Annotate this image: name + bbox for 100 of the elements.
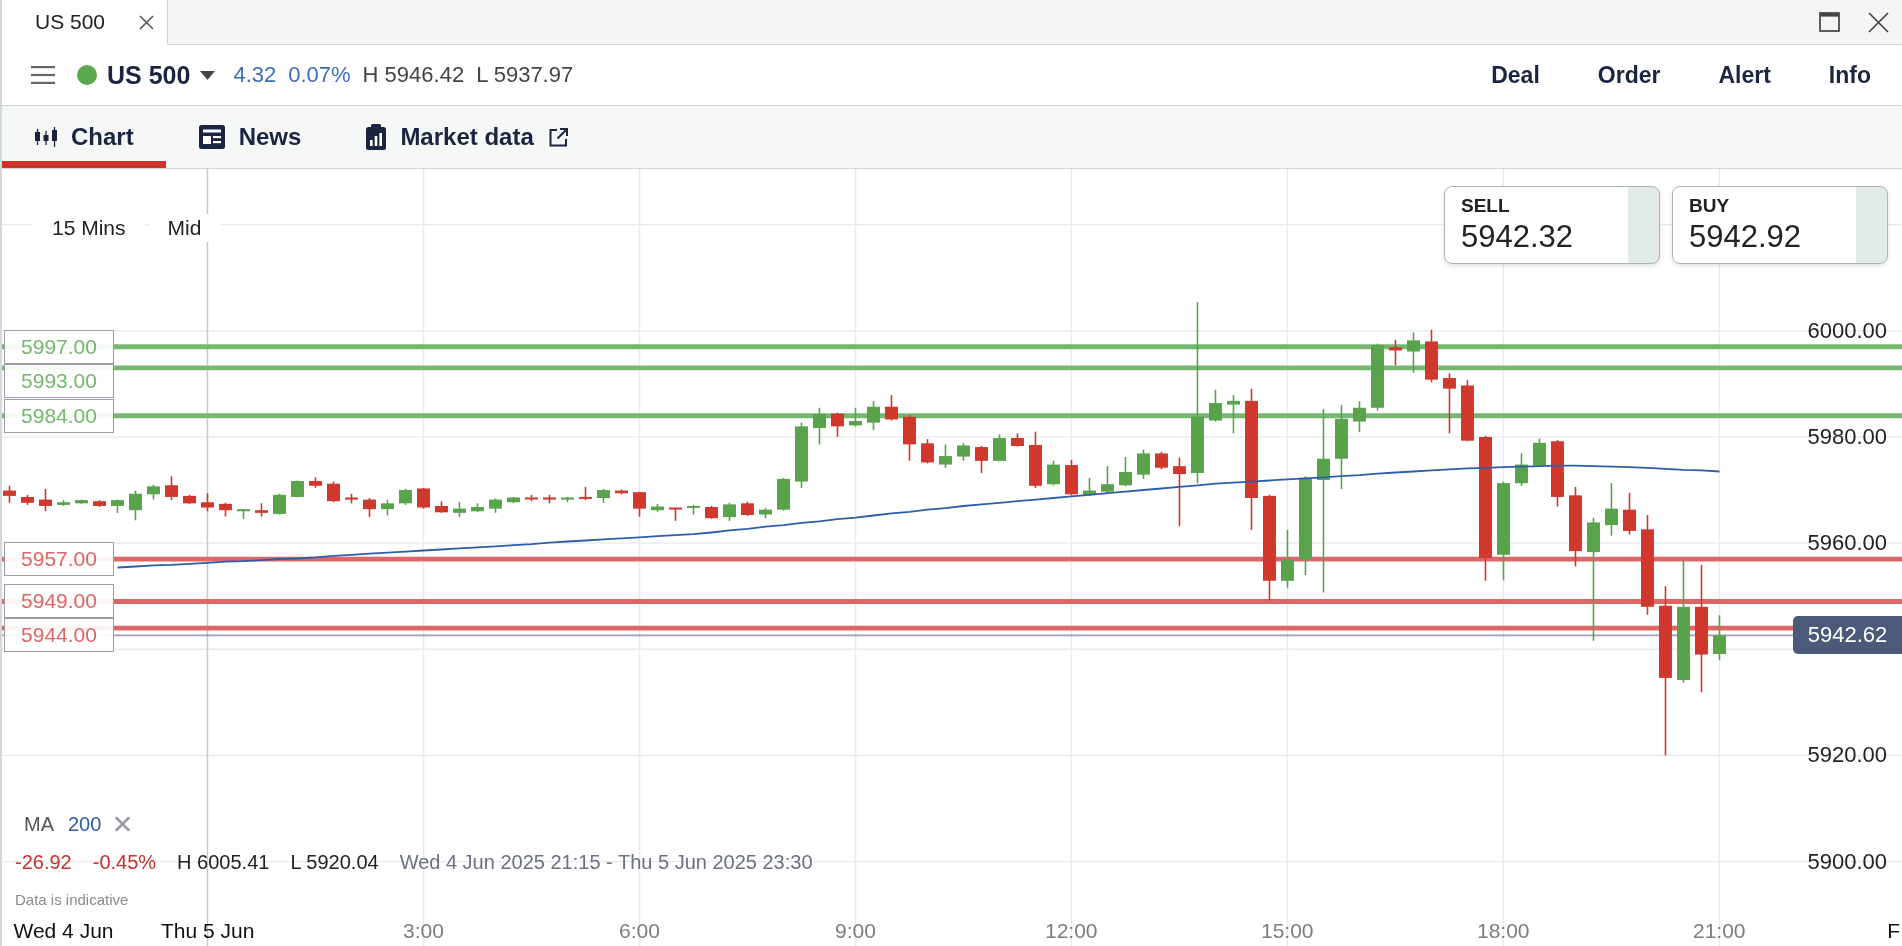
price-level-label: 5949.00 — [4, 584, 114, 619]
candlestick — [1461, 380, 1474, 442]
day-low: L 5937.97 — [476, 62, 574, 88]
maximize-icon[interactable] — [1819, 12, 1840, 32]
indicator-period[interactable]: 200 — [68, 812, 102, 836]
candlestick — [975, 446, 988, 474]
candlestick — [1029, 431, 1042, 488]
candlestick — [165, 476, 178, 501]
candlestick — [1101, 466, 1114, 494]
period-low: L 5920.04 — [290, 850, 379, 874]
candlestick-icon — [35, 127, 57, 147]
candlestick — [309, 477, 322, 488]
candlestick — [831, 412, 844, 437]
percent-change: -0.45% — [92, 850, 157, 874]
market-data-tab[interactable]: Market data — [333, 106, 601, 168]
candlestick — [21, 494, 34, 505]
candlestick — [741, 501, 754, 517]
candlestick — [759, 508, 772, 519]
caret-icon — [200, 70, 216, 80]
candlestick — [1389, 339, 1402, 366]
candlestick — [1173, 457, 1186, 527]
clipboard-chart-icon — [366, 124, 387, 150]
candlestick — [381, 499, 394, 516]
candlestick — [1533, 438, 1546, 467]
last-price-label: 5942.62 — [1793, 616, 1902, 655]
candlestick — [849, 407, 862, 427]
buy-button[interactable]: BUY 5942.92 — [1672, 186, 1888, 264]
price-level-label: 5997.00 — [4, 329, 114, 364]
candlestick — [291, 480, 304, 498]
order-button[interactable]: Order — [1568, 53, 1690, 97]
price-change: 4.32 — [233, 62, 277, 88]
candlestick — [993, 434, 1006, 462]
candlestick — [1137, 449, 1150, 479]
indicator-label: MA — [24, 812, 54, 836]
candlestick — [921, 439, 934, 464]
candlestick — [147, 484, 160, 500]
deal-button[interactable]: Deal — [1462, 53, 1569, 97]
alert-button[interactable]: Alert — [1689, 53, 1800, 97]
candlestick — [1119, 457, 1132, 487]
candlestick — [1623, 492, 1636, 535]
price-level-label: 5984.00 — [4, 398, 114, 433]
axis-label: 9:00 — [835, 919, 876, 943]
price-change: -26.92 — [15, 850, 72, 874]
sell-button[interactable]: SELL 5942.32 — [1444, 186, 1660, 264]
candlestick — [885, 395, 898, 421]
candlestick — [1371, 343, 1384, 411]
axis-label: 6:00 — [619, 919, 660, 943]
price-level-label: 5993.00 — [4, 363, 114, 398]
candlestick — [579, 486, 592, 501]
instrument-selector[interactable]: US 500 — [77, 60, 216, 90]
candlestick — [183, 494, 196, 504]
day-high: H 5946.42 — [362, 62, 465, 88]
candlestick — [1083, 477, 1096, 496]
candlestick — [273, 493, 286, 515]
candlestick — [1713, 615, 1726, 660]
news-tab[interactable]: News — [165, 106, 334, 168]
menu-icon[interactable] — [31, 66, 55, 84]
candlestick — [237, 509, 250, 520]
axis-label: 15:00 — [1260, 919, 1314, 943]
axis-label: Thu 5 Jun — [161, 919, 255, 943]
candlestick — [1047, 460, 1060, 486]
candlestick — [867, 400, 880, 431]
candlestick — [201, 493, 214, 512]
axis-label: 3:00 — [403, 919, 444, 943]
axis-label: 6000.00 — [1807, 317, 1887, 344]
candlestick — [1011, 433, 1024, 447]
candlestick — [633, 491, 646, 517]
candlestick — [327, 481, 340, 503]
close-icon[interactable] — [139, 14, 154, 30]
candlestick — [813, 407, 826, 445]
axis-label: 5960.00 — [1807, 530, 1887, 557]
window-tab[interactable]: US 500 — [2, 0, 168, 45]
candlestick — [93, 500, 106, 508]
candlestick — [399, 489, 412, 505]
price-level-label: 5944.00 — [4, 618, 114, 653]
info-button[interactable]: Info — [1799, 53, 1900, 97]
axis-label: Wed 4 Jun — [13, 919, 114, 943]
candlestick — [1515, 453, 1528, 486]
axis-label: 5920.00 — [1807, 742, 1887, 769]
candlestick — [957, 443, 970, 461]
candlestick — [525, 494, 538, 502]
candlestick — [471, 503, 484, 512]
candlestick — [903, 415, 916, 461]
candlestick — [561, 496, 574, 503]
candlestick — [1227, 395, 1240, 434]
candlestick — [363, 498, 376, 518]
price-type-selector[interactable]: Mid — [148, 214, 221, 242]
candlestick — [795, 422, 808, 488]
candlestick — [1407, 332, 1420, 373]
candlestick — [1353, 401, 1366, 433]
candlestick — [1443, 373, 1456, 434]
close-icon[interactable] — [1868, 11, 1889, 33]
candlestick — [219, 502, 232, 517]
candlestick — [687, 504, 700, 515]
candlestick — [1155, 451, 1168, 470]
disclaimer-text: Data is indicative — [15, 890, 129, 908]
candlestick — [543, 494, 556, 504]
candlestick — [651, 503, 664, 512]
candlestick — [705, 505, 718, 519]
period-high: H 6005.41 — [177, 850, 270, 874]
